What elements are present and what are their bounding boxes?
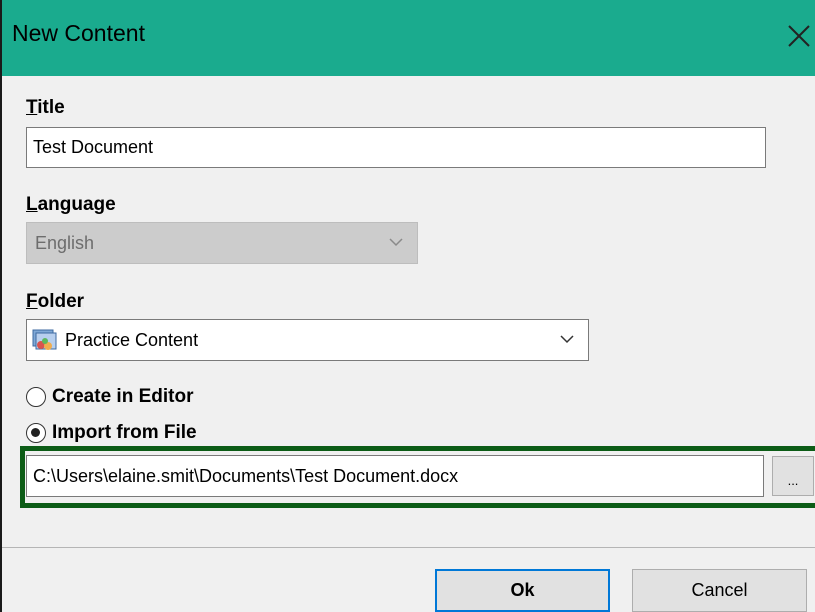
create-in-editor-option[interactable]: Create in Editor [26, 386, 193, 408]
folder-select[interactable]: Practice Content [26, 319, 589, 361]
ok-button[interactable]: Ok [435, 569, 610, 612]
cancel-button[interactable]: Cancel [632, 569, 807, 612]
language-select-value: English [35, 232, 95, 253]
title-input-value: Test Document [33, 137, 154, 157]
folder-label: Folder [26, 291, 85, 312]
chevron-down-icon [389, 238, 403, 247]
folder-select-value: Practice Content [65, 329, 199, 350]
import-from-file-radio[interactable] [26, 423, 46, 443]
file-path-value: C:\Users\elaine.smit\Documents\Test Docu… [33, 465, 459, 486]
chevron-down-icon [560, 335, 574, 344]
file-path-input[interactable]: C:\Users\elaine.smit\Documents\Test Docu… [26, 455, 764, 497]
create-in-editor-radio[interactable] [26, 387, 46, 407]
title-bar[interactable]: New Content [2, 0, 815, 76]
browse-button[interactable]: ... [772, 456, 814, 496]
footer-separator [2, 547, 815, 548]
new-content-dialog: New Content Title Test Document Language… [0, 0, 815, 612]
close-icon[interactable] [782, 18, 815, 52]
title-input[interactable]: Test Document [26, 127, 766, 168]
language-label: Language [26, 194, 116, 215]
title-label: Title [26, 97, 65, 118]
create-in-editor-label: Create in Editor [52, 386, 194, 407]
language-select: English [26, 222, 418, 264]
folder-content-icon [32, 329, 57, 350]
dialog-title: New Content [12, 20, 145, 46]
import-from-file-option[interactable]: Import from File [26, 422, 197, 444]
import-from-file-label: Import from File [52, 422, 197, 443]
